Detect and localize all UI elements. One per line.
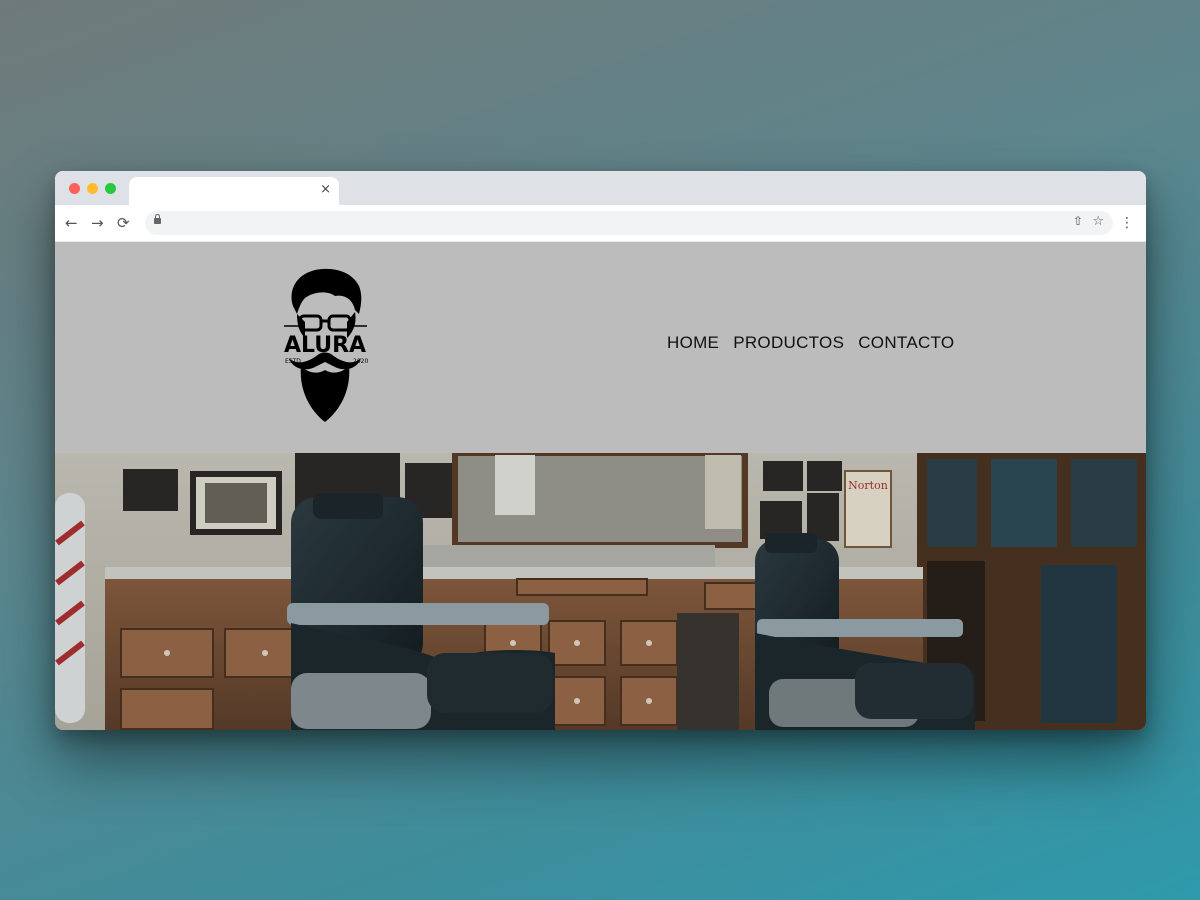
close-icon[interactable]: × [320,182,331,198]
back-arrow-icon[interactable]: ← [65,214,78,232]
barbershop-photo: Norton [55,453,1146,730]
address-bar[interactable]: ⇧ ☆ [145,211,1113,235]
hero-banner-image: Norton [55,453,1146,730]
share-icon[interactable]: ⇧ [1073,214,1083,228]
forward-arrow-icon[interactable]: → [91,214,104,232]
kebab-menu-icon[interactable]: ⋮ [1120,214,1134,232]
nav-home-link[interactable]: HOME [667,333,719,353]
nav-contacto-link[interactable]: CONTACTO [858,333,954,353]
active-tab[interactable]: × [129,177,339,205]
page-viewport: ALURA ESTD 2020 HOME PRODUCTOS CONTACTO [55,242,1146,730]
bookmark-star-icon[interactable]: ☆ [1092,214,1104,229]
nav-productos-link[interactable]: PRODUCTOS [733,333,844,353]
main-nav: HOME PRODUCTOS CONTACTO [667,333,954,353]
alura-barber-logo[interactable]: ALURA ESTD 2020 [279,266,371,426]
browser-window: × ← → ⟳ ⇧ ☆ ⋮ ALURA ESTD 2020 HOME PRODU… [55,171,1146,730]
tab-bar: × [55,171,1146,205]
site-header: ALURA ESTD 2020 HOME PRODUCTOS CONTACTO [55,242,1146,453]
bearded-man-logo-icon: ALURA ESTD 2020 [284,268,368,422]
svg-text:ESTD: ESTD [285,358,301,365]
browser-toolbar: ← → ⟳ ⇧ ☆ ⋮ [55,205,1146,242]
reload-icon[interactable]: ⟳ [117,214,130,232]
svg-text:ALURA: ALURA [284,333,366,358]
svg-text:2020: 2020 [353,358,368,365]
close-window-button[interactable] [69,183,80,194]
maximize-window-button[interactable] [105,183,116,194]
minimize-window-button[interactable] [87,183,98,194]
lock-icon [154,214,161,227]
